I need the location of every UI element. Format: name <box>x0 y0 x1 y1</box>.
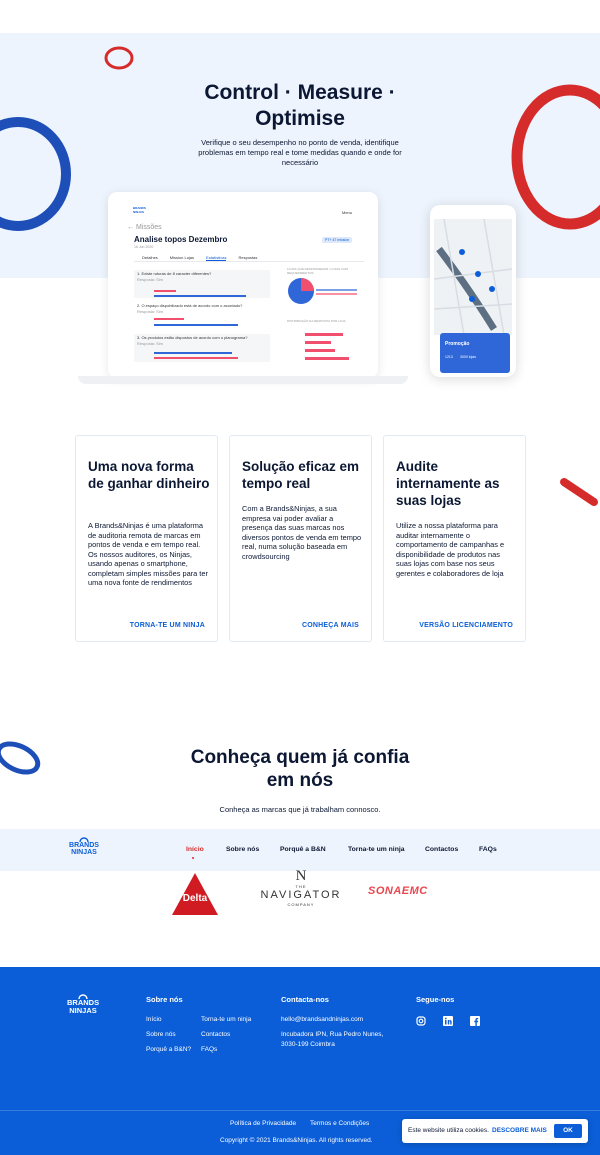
question-block: 2. O espaço dispobilizado está de acordo… <box>134 302 270 330</box>
card-title: Solução eficaz em tempo real <box>242 459 360 491</box>
footer-follow-title: Segue-nos <box>416 995 455 1004</box>
feature-card-audit: Audite internamente as suas lojas Utiliz… <box>383 435 526 642</box>
footer-link-faqs[interactable]: FAQs <box>201 1046 217 1053</box>
dashboard-tab-active[interactable]: Estatísticas <box>206 255 227 261</box>
chart-bar-blue <box>154 324 238 326</box>
hero-title: Control · Measure · Optimise <box>204 81 396 130</box>
dashboard-tab[interactable]: Mission Lojas <box>170 255 194 261</box>
footer-logo[interactable]: BRANDS NINJAS <box>67 993 99 1015</box>
question-answer: Resposta: Sim <box>137 341 164 346</box>
footer-divider <box>0 1110 600 1111</box>
cookie-text: Este website utiliza cookies. <box>408 1127 489 1134</box>
footer-email[interactable]: hello@brandsandninjas.com <box>281 1016 363 1023</box>
navigator-logo: N THE NAVIGATOR COMPANY <box>260 868 342 908</box>
bar-chart-title: DISTRIBUIÇÃO DA RESPOSTA POR LOJA <box>287 319 346 323</box>
promo-label: Promoção <box>445 341 470 347</box>
dashboard-tab[interactable]: Detalhes <box>142 255 158 261</box>
red-rod-decoration <box>560 478 598 506</box>
footer-address-line2: 3030-199 Coimbra <box>281 1041 335 1048</box>
dashboard-badge: PT+ 47 mission <box>322 237 353 243</box>
card-text: Utilize a nossa plataforma para auditar … <box>396 521 505 578</box>
footer-address-line1: Incubadora IPN, Rua Pedro Nunes, <box>281 1031 384 1038</box>
footer-link-about[interactable]: Sobre nós <box>146 1031 176 1038</box>
become-ninja-link[interactable]: TORNA-TE UM NINJA <box>130 622 205 629</box>
learn-more-link[interactable]: CONHEÇA MAIS <box>302 622 359 629</box>
promo-chip: 3000 lojas <box>460 355 476 359</box>
licensing-link[interactable]: VERSÃO LICENCIAMENTO <box>419 622 513 629</box>
delta-logo: Delta <box>172 871 218 917</box>
nav-about[interactable]: Sobre nós <box>226 846 259 853</box>
dashboard-title: Analise topos Dezembro <box>134 235 228 244</box>
hero-subtitle: Verifique o seu desempenho no ponto de v… <box>198 138 402 167</box>
instagram-icon[interactable] <box>416 1016 426 1026</box>
question-panel: 1. Existe ruturas de 8 caracter diferent… <box>134 268 270 364</box>
copyright-text: Copyright © 2021 Brands&Ninjas. All righ… <box>220 1137 373 1144</box>
question-text: 1. Existe ruturas de 8 caracter diferent… <box>137 271 212 276</box>
cookie-learn-more-link[interactable]: DESCOBRE MAIS <box>492 1127 547 1134</box>
promo-chip: 1213 <box>445 355 453 359</box>
footer-link-ninja[interactable]: Torna-te um ninja <box>201 1016 251 1023</box>
pie-chart <box>288 278 357 304</box>
page: Control · Measure · Optimise Verifique o… <box>0 0 600 1155</box>
card-title: Audite internamente as suas lojas <box>396 459 500 508</box>
red-ring-right-decoration <box>511 84 600 230</box>
privacy-policy-link[interactable]: Política de Privacidade <box>230 1120 296 1127</box>
card-title: Uma nova forma de ganhar dinheiro <box>88 459 210 491</box>
chart-bar-pink <box>154 318 184 320</box>
feature-card-earn: Uma nova forma de ganhar dinheiro A Bran… <box>75 435 218 642</box>
dashboard-tab[interactable]: Respostas <box>238 255 257 261</box>
nav-become-ninja[interactable]: Torna-te um ninja <box>348 846 405 853</box>
footer-link-home[interactable]: Início <box>146 1016 162 1023</box>
pie-chart-title: LOJAS QUE RESPONDERAM / LOJAS COM REQUER… <box>287 267 349 275</box>
terms-link[interactable]: Termos e Condições <box>310 1120 369 1127</box>
chart-bar-pink <box>154 290 176 292</box>
nav-active-dot <box>192 857 194 859</box>
question-block: 3. Os produtos estão dispostos de acordo… <box>134 334 270 362</box>
facebook-icon[interactable] <box>470 1016 480 1026</box>
card-text: Com a Brands&Ninjas, a sua empresa vai p… <box>242 504 362 561</box>
nav-home[interactable]: Início <box>186 846 204 853</box>
chart-bar-blue <box>154 295 246 297</box>
dashboard-date: 16 Jun 2020 <box>134 245 154 249</box>
footer-contact-title: Contacta-nos <box>281 995 329 1004</box>
nav-contacts[interactable]: Contactos <box>425 846 458 853</box>
laptop-mockup: BRANDS NINJAS Menu ← Missões Analise top… <box>108 192 378 378</box>
question-answer: Resposta: Sim <box>137 309 164 314</box>
sonae-logo: SONAEMC <box>368 885 428 897</box>
footer-about-title: Sobre nós <box>146 995 183 1004</box>
phone-mockup: Promoção 1213 3000 lojas <box>430 205 516 377</box>
dashboard-tabs: Detalhes Mission Lojas Estatísticas Resp… <box>134 255 364 262</box>
laptop-screen: BRANDS NINJAS Menu ← Missões Analise top… <box>115 200 371 370</box>
blue-ring-left-decoration <box>0 117 71 231</box>
question-text: 3. Os produtos estão dispostos de acordo… <box>137 335 248 340</box>
promo-card[interactable]: Promoção 1213 3000 lojas <box>440 333 510 373</box>
footer-link-contacts[interactable]: Contactos <box>201 1031 230 1038</box>
question-block: 1. Existe ruturas de 8 caracter diferent… <box>134 270 270 298</box>
trust-title: Conheça quem já confia em nós <box>190 747 410 791</box>
trust-subtitle: Conheça as marcas que já trabalham conno… <box>219 805 381 814</box>
dashboard-logo: BRANDS NINJAS <box>133 206 146 214</box>
cookie-ok-button[interactable]: OK <box>554 1124 582 1138</box>
nav-why[interactable]: Porquê a B&N <box>280 846 326 853</box>
footer-link-why[interactable]: Porquê a B&N? <box>146 1046 191 1053</box>
cookie-banner: Este website utiliza cookies. DESCOBRE M… <box>402 1119 588 1143</box>
dashboard-menu[interactable]: Menu <box>342 210 352 215</box>
chart-bar-pink <box>154 357 238 359</box>
bar-chart <box>305 333 349 360</box>
red-ring-small-decoration <box>104 46 134 70</box>
card-text: A Brands&Ninjas é uma plataforma de audi… <box>88 521 208 587</box>
question-text: 2. O espaço dispobilizado está de acordo… <box>137 303 243 308</box>
feature-card-realtime: Solução eficaz em tempo real Com a Brand… <box>229 435 372 642</box>
blue-ring-small-decoration <box>0 741 41 775</box>
laptop-base <box>78 376 408 384</box>
dashboard-back-link[interactable]: ← Missões <box>127 224 162 231</box>
chart-bar-blue <box>154 352 232 354</box>
question-answer: Resposta: Sim <box>137 277 164 282</box>
navbar: BRANDS NINJAS Início Sobre nós Porquê a B… <box>0 829 600 871</box>
map-view <box>434 219 512 335</box>
linkedin-icon[interactable] <box>443 1016 453 1026</box>
navbar-logo[interactable]: BRANDS NINJAS <box>68 836 100 856</box>
nav-faqs[interactable]: FAQs <box>479 846 497 853</box>
